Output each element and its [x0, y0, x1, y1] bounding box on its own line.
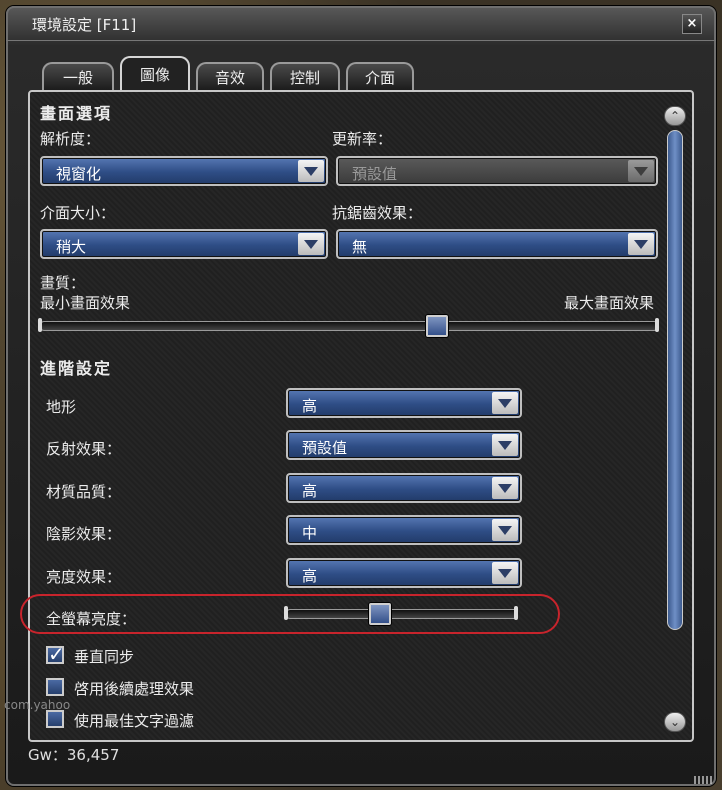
tab-sound[interactable]: 音效: [196, 62, 264, 90]
fullscreen-brightness-track[interactable]: [286, 609, 518, 619]
terrain-value: 高: [302, 397, 318, 415]
checkbox-postprocessing[interactable]: [46, 678, 64, 696]
postprocessing-label: 啓用後續處理效果: [74, 680, 195, 698]
ui-size-label: 介面大小：: [40, 204, 116, 222]
reflection-dropdown[interactable]: 預設值: [286, 430, 522, 460]
checkmark-icon: ✓: [48, 642, 65, 666]
scrollbar-thumb[interactable]: [667, 130, 683, 630]
shadow-label: 陰影效果：: [46, 525, 122, 543]
section-title-advanced: 進階設定: [40, 359, 113, 378]
gw-currency: Gw：36,457: [28, 746, 120, 764]
brightness-dropdown[interactable]: 高: [286, 558, 522, 588]
scroll-up-icon[interactable]: ⌃: [664, 106, 686, 126]
text-filter-label: 使用最佳文字過濾: [74, 712, 195, 730]
fullscreen-brightness-thumb[interactable]: [369, 603, 392, 625]
slider-end-right: [514, 606, 518, 620]
vertical-scrollbar[interactable]: ⌃ ⌄: [664, 106, 686, 732]
quality-min-label: 最小畫面效果: [40, 294, 131, 312]
tab-general[interactable]: 一般: [42, 62, 114, 90]
terrain-dropdown[interactable]: 高: [286, 388, 522, 418]
terrain-label: 地形: [46, 398, 77, 416]
refresh-rate-dropdown: 預設值: [336, 156, 658, 186]
antialiasing-dropdown[interactable]: 無: [336, 229, 658, 259]
chevron-down-icon[interactable]: [298, 160, 324, 182]
close-icon[interactable]: ×: [682, 14, 702, 34]
slider-end-right: [655, 318, 659, 332]
quality-max-label: 最大畫面效果: [564, 294, 655, 312]
antialiasing-value: 無: [352, 238, 368, 256]
chevron-down-icon[interactable]: [492, 477, 518, 499]
texture-dropdown[interactable]: 高: [286, 473, 522, 503]
shadow-dropdown[interactable]: 中: [286, 515, 522, 545]
checkbox-text-filter[interactable]: [46, 710, 64, 728]
texture-value: 高: [302, 482, 318, 500]
brightness-value: 高: [302, 567, 318, 585]
ui-size-value: 稍大: [56, 238, 87, 256]
resize-grip-icon[interactable]: [694, 776, 714, 784]
quality-label: 畫質：: [40, 274, 86, 292]
section-title-screen: 畫面選項: [40, 104, 113, 123]
chevron-down-icon[interactable]: [492, 434, 518, 456]
checkbox-vsync[interactable]: ✓: [46, 642, 65, 666]
brightness-label: 亮度效果：: [46, 568, 122, 586]
quality-slider-track[interactable]: [40, 321, 658, 331]
window-title: 環境設定 [F11]: [32, 16, 137, 34]
slider-end-left: [284, 606, 288, 620]
refresh-rate-label: 更新率：: [332, 130, 393, 148]
chevron-down-icon[interactable]: [492, 392, 518, 414]
shadow-value: 中: [302, 524, 318, 542]
chevron-down-icon[interactable]: [492, 519, 518, 541]
ui-size-dropdown[interactable]: 稍大: [40, 229, 328, 259]
chevron-down-icon[interactable]: [492, 562, 518, 584]
antialiasing-label: 抗鋸齒效果：: [332, 204, 423, 222]
resolution-label: 解析度：: [40, 130, 101, 148]
tab-controls[interactable]: 控制: [270, 62, 340, 90]
refresh-rate-value: 預設值: [352, 165, 398, 183]
chevron-down-icon[interactable]: [628, 233, 654, 255]
scroll-down-icon[interactable]: ⌄: [664, 712, 686, 732]
fullscreen-brightness-label: 全螢幕亮度：: [46, 610, 137, 628]
watermark-text: com.yahoo: [4, 698, 71, 712]
chevron-down-icon: [628, 160, 654, 182]
quality-slider-thumb[interactable]: [426, 315, 449, 337]
chevron-down-icon[interactable]: [298, 233, 324, 255]
reflection-label: 反射效果：: [46, 440, 122, 458]
tab-graphics[interactable]: 圖像: [120, 56, 190, 92]
title-bar[interactable]: 環境設定 [F11] ×: [6, 6, 716, 41]
texture-label: 材質品質：: [46, 483, 122, 501]
vsync-label: 垂直同步: [74, 648, 135, 666]
tab-interface[interactable]: 介面: [346, 62, 414, 90]
resolution-dropdown[interactable]: 視窗化: [40, 156, 328, 186]
slider-end-left: [38, 318, 42, 332]
resolution-value: 視窗化: [56, 165, 102, 183]
reflection-value: 預設值: [302, 439, 348, 457]
